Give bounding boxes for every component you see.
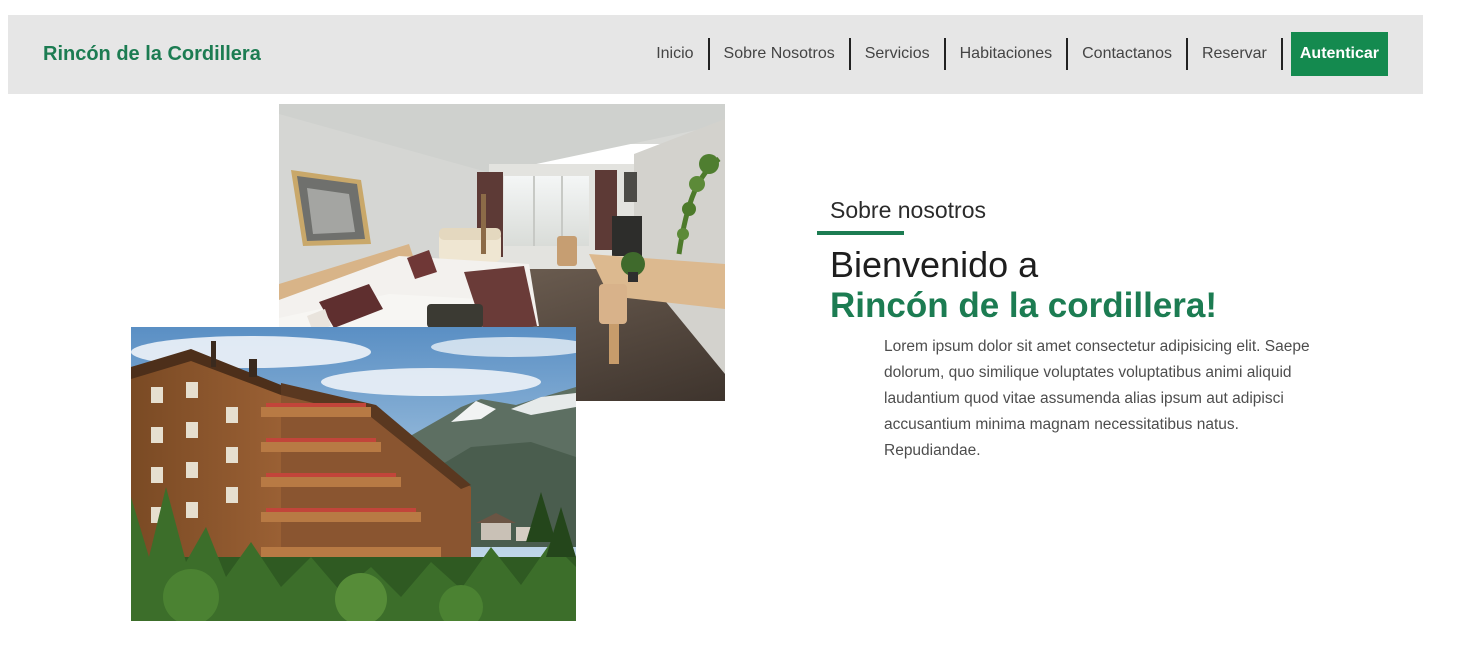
- hotel-exterior-photo: [131, 327, 576, 621]
- hotel-name-heading: Rincón de la cordillera!: [830, 286, 1218, 325]
- brand-logo-text[interactable]: Rincón de la Cordillera: [43, 43, 261, 66]
- nav-link-reservar[interactable]: Reservar: [1188, 39, 1281, 69]
- section-underline: [817, 231, 904, 235]
- authenticate-button[interactable]: Autenticar: [1290, 32, 1388, 76]
- nav-link-habitaciones[interactable]: Habitaciones: [946, 39, 1067, 69]
- nav-link-servicios[interactable]: Servicios: [851, 39, 944, 69]
- nav-menu: Inicio Sobre Nosotros Servicios Habitaci…: [642, 32, 1388, 76]
- welcome-heading: Bienvenido a: [830, 244, 1039, 285]
- section-label: Sobre nosotros: [830, 197, 986, 223]
- navbar: Rincón de la Cordillera Inicio Sobre Nos…: [8, 15, 1423, 94]
- nav-link-inicio[interactable]: Inicio: [642, 39, 707, 69]
- page: Rincón de la Cordillera Inicio Sobre Nos…: [0, 0, 1458, 657]
- nav-divider: [1280, 38, 1283, 70]
- nav-link-sobre-nosotros[interactable]: Sobre Nosotros: [710, 39, 849, 69]
- about-description: Lorem ipsum dolor sit amet consectetur a…: [884, 338, 1310, 459]
- nav-link-contactanos[interactable]: Contactanos: [1068, 39, 1186, 69]
